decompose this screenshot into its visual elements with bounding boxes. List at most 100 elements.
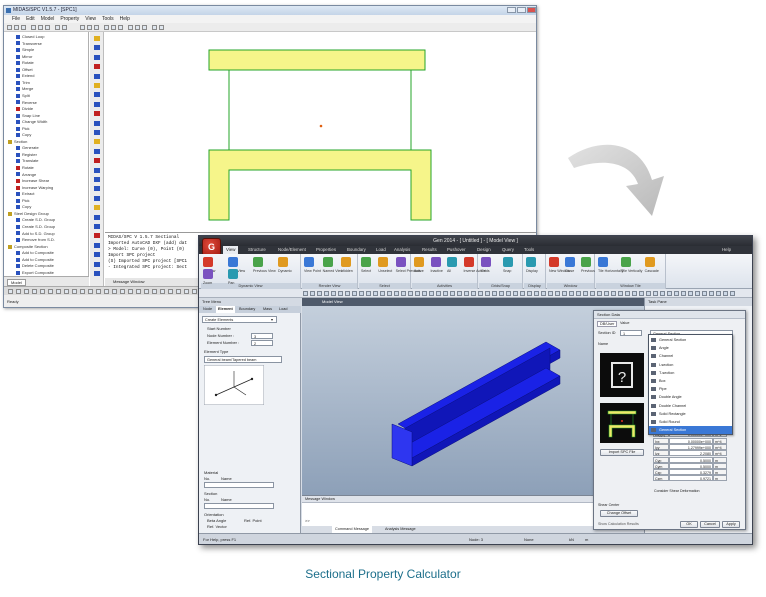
apply-button[interactable]: Apply xyxy=(722,521,740,528)
quick-tool-icon[interactable] xyxy=(457,291,462,296)
quick-tool-icon[interactable] xyxy=(639,291,644,296)
ribbon-button-icon[interactable] xyxy=(253,257,263,267)
quick-tool-icon[interactable] xyxy=(415,291,420,296)
tree-item[interactable]: Remove from S.D. xyxy=(16,237,55,242)
tool-icon[interactable] xyxy=(94,83,100,88)
tab-analysis[interactable]: Analysis xyxy=(391,246,413,254)
ribbon-button-icon[interactable] xyxy=(598,257,608,267)
tree-item[interactable]: Split xyxy=(16,93,30,98)
bottom-tool-icon[interactable] xyxy=(96,289,101,294)
drawing-canvas[interactable] xyxy=(105,32,536,232)
quick-tool-icon[interactable] xyxy=(394,291,399,296)
quick-tool-icon[interactable] xyxy=(408,291,413,296)
menu-edit[interactable]: Edit xyxy=(26,15,35,23)
tree-item[interactable]: Change Width xyxy=(16,119,47,124)
tree-item[interactable]: Extract xyxy=(16,191,34,196)
measure-icon[interactable] xyxy=(152,25,157,30)
tree-item[interactable]: Add to Composite xyxy=(16,250,54,255)
tab-model[interactable]: Model xyxy=(7,279,26,286)
ribbon-button-icon[interactable] xyxy=(565,257,575,267)
tree-item[interactable]: Add to S.D. Group xyxy=(16,231,55,236)
quick-tool-icon[interactable] xyxy=(674,291,679,296)
quick-tool-icon[interactable] xyxy=(667,291,672,296)
quick-tool-icon[interactable] xyxy=(653,291,658,296)
quick-tool-icon[interactable] xyxy=(618,291,623,296)
ribbon-button-label[interactable]: Inactive xyxy=(431,269,443,273)
tool-icon[interactable] xyxy=(94,111,100,117)
tree-item[interactable]: Export Composite xyxy=(16,270,54,275)
property-value[interactable]: 0.3279 xyxy=(669,469,713,476)
tab-command-message[interactable]: Command Message xyxy=(332,526,372,533)
help-menu[interactable]: Help xyxy=(719,246,734,254)
ribbon-button-icon[interactable] xyxy=(228,257,238,267)
quick-tool-icon[interactable] xyxy=(590,291,595,296)
quick-tool-icon[interactable] xyxy=(730,291,735,296)
bottom-tool-icon[interactable] xyxy=(128,289,133,294)
quick-tool-icon[interactable] xyxy=(625,291,630,296)
tree-item[interactable]: Merge xyxy=(16,86,33,91)
dropdown-option[interactable]: Channel xyxy=(649,352,732,360)
tool-icon[interactable] xyxy=(94,271,100,276)
tool-icon[interactable] xyxy=(94,177,100,182)
bottom-tool-icon[interactable] xyxy=(88,289,93,294)
quick-tool-icon[interactable] xyxy=(401,291,406,296)
dropdown-option[interactable]: Double Channel xyxy=(649,402,732,410)
ribbon-button-icon[interactable] xyxy=(621,257,632,267)
info-icon[interactable] xyxy=(159,25,164,30)
tree-item[interactable]: Section xyxy=(8,139,27,144)
dropdown-option[interactable]: Angle xyxy=(649,344,732,352)
tree-item[interactable]: Create S.D. Group xyxy=(16,217,55,222)
quick-tool-icon[interactable] xyxy=(471,291,476,296)
ribbon-button-label[interactable]: Active xyxy=(414,269,424,273)
dropdown-option[interactable]: Box xyxy=(649,377,732,385)
ribbon-button-label[interactable]: All xyxy=(447,269,451,273)
quick-tool-icon[interactable] xyxy=(576,291,581,296)
node-number-input[interactable]: 3 xyxy=(251,333,273,339)
ribbon-button-icon[interactable] xyxy=(304,257,314,267)
redo-icon[interactable] xyxy=(62,25,67,30)
ribbon-button-icon[interactable] xyxy=(322,257,333,267)
tree-item[interactable]: Reverse xyxy=(16,100,37,105)
ribbon-button-label[interactable]: Hidden xyxy=(341,269,352,273)
property-value[interactable]: 0.9721 xyxy=(669,475,713,482)
circle-icon[interactable] xyxy=(142,25,147,30)
bottom-tool-icon[interactable] xyxy=(40,289,45,294)
bottom-tool-icon[interactable] xyxy=(104,289,109,294)
quick-tool-icon[interactable] xyxy=(317,291,322,296)
status-force-unit[interactable]: kN xyxy=(569,534,574,544)
minimize-button[interactable] xyxy=(507,7,516,13)
pan-icon[interactable] xyxy=(94,25,99,30)
tree-item[interactable]: Increase Shear xyxy=(16,178,49,183)
property-value[interactable]: 2.2080 xyxy=(669,450,713,457)
dropdown-option[interactable]: General Section xyxy=(649,426,732,435)
material-select[interactable] xyxy=(204,482,274,488)
ribbon-button-label[interactable]: View Point xyxy=(304,269,321,273)
tree-item[interactable]: Simple xyxy=(16,47,34,52)
property-value[interactable]: 0.00000e+000 xyxy=(669,437,713,444)
tool-icon[interactable] xyxy=(94,186,100,192)
arc-icon[interactable] xyxy=(135,25,140,30)
menu-file[interactable]: File xyxy=(12,15,20,23)
quick-tool-icon[interactable] xyxy=(688,291,693,296)
property-value[interactable]: 0.5000 xyxy=(669,462,713,469)
quick-tool-icon[interactable] xyxy=(548,291,553,296)
quick-tool-icon[interactable] xyxy=(331,291,336,296)
maximize-button[interactable] xyxy=(517,7,526,13)
quick-tool-icon[interactable] xyxy=(702,291,707,296)
quick-tool-icon[interactable] xyxy=(583,291,588,296)
tool-icon[interactable] xyxy=(94,224,100,229)
dropdown-option[interactable]: Double Angle xyxy=(649,393,732,401)
tree-item[interactable]: Snap Line xyxy=(16,113,40,118)
ribbon-button-icon[interactable] xyxy=(526,257,536,267)
ribbon-button-icon[interactable] xyxy=(361,257,371,267)
close-button[interactable] xyxy=(527,7,536,13)
dropdown-option[interactable]: Solid Rectangle xyxy=(649,410,732,418)
quick-tool-icon[interactable] xyxy=(429,291,434,296)
tab-message-window[interactable]: Message Window xyxy=(113,279,145,284)
line-icon[interactable] xyxy=(128,25,133,30)
quick-tool-icon[interactable] xyxy=(709,291,714,296)
tab-query[interactable]: Query xyxy=(499,246,517,254)
quick-tool-icon[interactable] xyxy=(569,291,574,296)
tool-icon[interactable] xyxy=(94,45,100,51)
tree-item[interactable]: Rotate xyxy=(16,60,34,65)
